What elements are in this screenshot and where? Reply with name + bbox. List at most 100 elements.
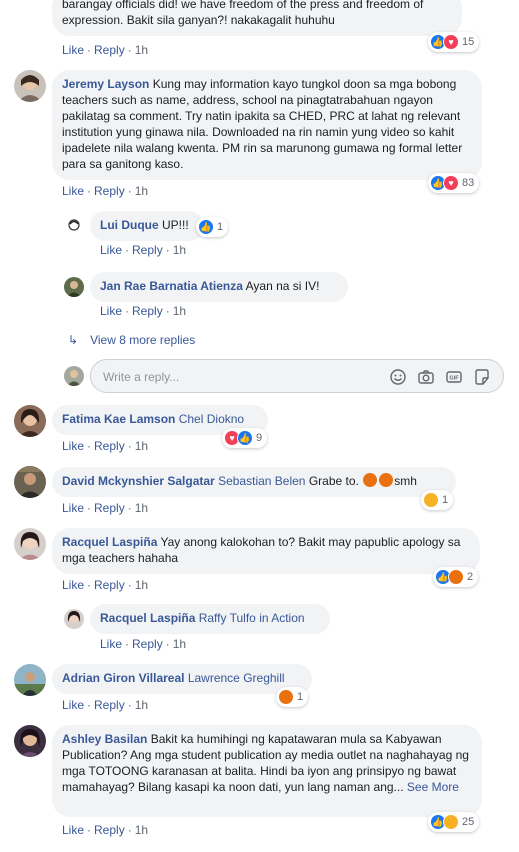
timestamp[interactable]: 1h bbox=[135, 501, 148, 515]
reply-link[interactable]: Reply bbox=[94, 698, 125, 712]
reaction-count: 2 bbox=[467, 571, 474, 583]
reaction-count: 1 bbox=[442, 494, 449, 506]
like-link[interactable]: Like bbox=[62, 501, 84, 515]
svg-text:GIF: GIF bbox=[449, 376, 459, 382]
comment-text: UP!!! bbox=[162, 218, 189, 232]
reply-link[interactable]: Reply bbox=[132, 304, 163, 318]
comment-author[interactable]: Lui Duque bbox=[100, 218, 159, 232]
reply-link[interactable]: Reply bbox=[94, 439, 125, 453]
see-more-link[interactable]: See More bbox=[407, 780, 459, 794]
comment-bubble: David Mckynshier Salgatar Sebastian Bele… bbox=[52, 467, 456, 497]
timestamp[interactable]: 1h bbox=[135, 578, 148, 592]
timestamp[interactable]: 1h bbox=[173, 637, 186, 651]
reply-bubble: Racquel Laspiña Raffy Tulfo in Action bbox=[90, 604, 330, 634]
timestamp[interactable]: 1h bbox=[135, 184, 148, 198]
timestamp[interactable]: 1h bbox=[135, 439, 148, 453]
camera-icon[interactable] bbox=[417, 368, 435, 386]
like-reaction-icon: 👍 bbox=[198, 219, 214, 235]
timestamp[interactable]: 1h bbox=[173, 243, 186, 257]
avatar[interactable] bbox=[14, 70, 46, 102]
love-reaction-icon: ♥ bbox=[443, 34, 459, 50]
view-more-replies-link[interactable]: ↳ View 8 more replies bbox=[68, 333, 195, 347]
reply-link[interactable]: Reply bbox=[94, 823, 125, 837]
angry-reaction-icon bbox=[278, 689, 294, 705]
timestamp[interactable]: 1h bbox=[135, 43, 148, 57]
sad-reaction-icon bbox=[423, 492, 439, 508]
timestamp[interactable]: 1h bbox=[173, 304, 186, 318]
comment-actions: Like · Reply · 1h bbox=[62, 578, 149, 592]
like-link[interactable]: Like bbox=[62, 439, 84, 453]
reaction-count: 15 bbox=[462, 36, 475, 48]
reaction-summary[interactable]: 👍 ♥ 83 bbox=[428, 173, 480, 193]
comment-author[interactable]: Jeremy Layson bbox=[62, 77, 149, 91]
comment-bubble: Adrian Giron Villareal Lawrence Greghill bbox=[52, 664, 312, 694]
reaction-summary[interactable]: 1 bbox=[276, 687, 309, 707]
comment-author[interactable]: Racquel Laspiña bbox=[62, 535, 157, 549]
reaction-summary[interactable]: 1 bbox=[421, 490, 454, 510]
reaction-summary[interactable]: 👍 ♥ 15 bbox=[428, 32, 480, 52]
like-link[interactable]: Like bbox=[62, 43, 84, 57]
comment-bubble: Jeremy Layson Kung may information kayo … bbox=[52, 70, 482, 180]
reaction-summary[interactable]: 👍 25 bbox=[428, 812, 480, 832]
mention-link[interactable]: Raffy Tulfo in Action bbox=[199, 611, 305, 625]
mention-link[interactable]: Lawrence Greghill bbox=[188, 671, 285, 685]
like-link[interactable]: Like bbox=[100, 243, 122, 257]
gif-icon[interactable]: GIF bbox=[445, 368, 463, 386]
reaction-summary[interactable]: ♥ 👍 9 bbox=[222, 428, 268, 448]
mention-link[interactable]: Chel Diokno bbox=[179, 412, 244, 426]
reply-link[interactable]: Reply bbox=[132, 243, 163, 257]
avatar[interactable] bbox=[14, 664, 46, 696]
view-more-replies-label: View 8 more replies bbox=[90, 333, 196, 347]
reply-bubble: Jan Rae Barnatia Atienza Ayan na si IV! bbox=[90, 272, 348, 302]
comment-author[interactable]: Jan Rae Barnatia Atienza bbox=[100, 279, 243, 293]
reaction-summary[interactable]: 👍 2 bbox=[433, 567, 479, 587]
avatar[interactable] bbox=[14, 528, 46, 560]
avatar[interactable] bbox=[14, 405, 46, 437]
reply-link[interactable]: Reply bbox=[94, 43, 125, 57]
comment-author[interactable]: Ashley Basilan bbox=[62, 732, 147, 746]
reply-link[interactable]: Reply bbox=[94, 578, 125, 592]
reaction-summary[interactable]: 👍 1 bbox=[196, 217, 229, 237]
like-link[interactable]: Like bbox=[100, 304, 122, 318]
reply-link[interactable]: Reply bbox=[94, 501, 125, 515]
reply-input[interactable] bbox=[103, 368, 373, 386]
avatar[interactable] bbox=[64, 216, 84, 236]
comment-author[interactable]: Fatima Kae Lamson bbox=[62, 412, 175, 426]
reply-link[interactable]: Reply bbox=[132, 637, 163, 651]
comment-actions: Like · Reply · 1h bbox=[62, 184, 149, 198]
avatar[interactable] bbox=[64, 609, 84, 629]
avatar[interactable] bbox=[14, 466, 46, 498]
like-link[interactable]: Like bbox=[100, 637, 122, 651]
sticker-icon[interactable] bbox=[473, 368, 491, 386]
comment-author[interactable]: Adrian Giron Villareal bbox=[62, 671, 184, 685]
emoji-icon[interactable] bbox=[389, 368, 407, 386]
like-link[interactable]: Like bbox=[62, 823, 84, 837]
like-link[interactable]: Like bbox=[62, 578, 84, 592]
angry-emoji-icon bbox=[379, 473, 394, 487]
comment-author[interactable]: Racquel Laspiña bbox=[100, 611, 195, 625]
reply-link[interactable]: Reply bbox=[94, 184, 125, 198]
love-reaction-icon: ♥ bbox=[443, 175, 459, 191]
timestamp[interactable]: 1h bbox=[135, 698, 148, 712]
like-link[interactable]: Like bbox=[62, 698, 84, 712]
avatar[interactable] bbox=[64, 277, 84, 297]
comment-actions: Like · Reply · 1h bbox=[100, 304, 187, 318]
comment-author[interactable]: David Mckynshier Salgatar bbox=[62, 474, 215, 488]
comment-actions: Like · Reply · 1h bbox=[100, 243, 187, 257]
comment-bubble: barangay officials did! we have freedom … bbox=[52, 0, 462, 36]
reply-input-box[interactable]: GIF bbox=[90, 359, 504, 393]
comment-text: Ayan na si IV! bbox=[245, 279, 320, 293]
comment-text: Grabe to. bbox=[308, 474, 359, 488]
reaction-count: 25 bbox=[462, 816, 475, 828]
comment-text-after: smh bbox=[394, 474, 417, 488]
like-reaction-icon: 👍 bbox=[237, 430, 253, 446]
reply-bubble: Lui Duque UP!!! bbox=[90, 211, 204, 241]
angry-emoji-icon bbox=[363, 473, 378, 487]
avatar[interactable] bbox=[14, 725, 46, 757]
mention-link[interactable]: Sebastian Belen bbox=[218, 474, 305, 488]
reaction-count: 1 bbox=[217, 221, 224, 233]
comment-actions: Like · Reply · 1h bbox=[62, 501, 149, 515]
like-link[interactable]: Like bbox=[62, 184, 84, 198]
comment-actions: Like · Reply · 1h bbox=[62, 439, 149, 453]
timestamp[interactable]: 1h bbox=[135, 823, 148, 837]
